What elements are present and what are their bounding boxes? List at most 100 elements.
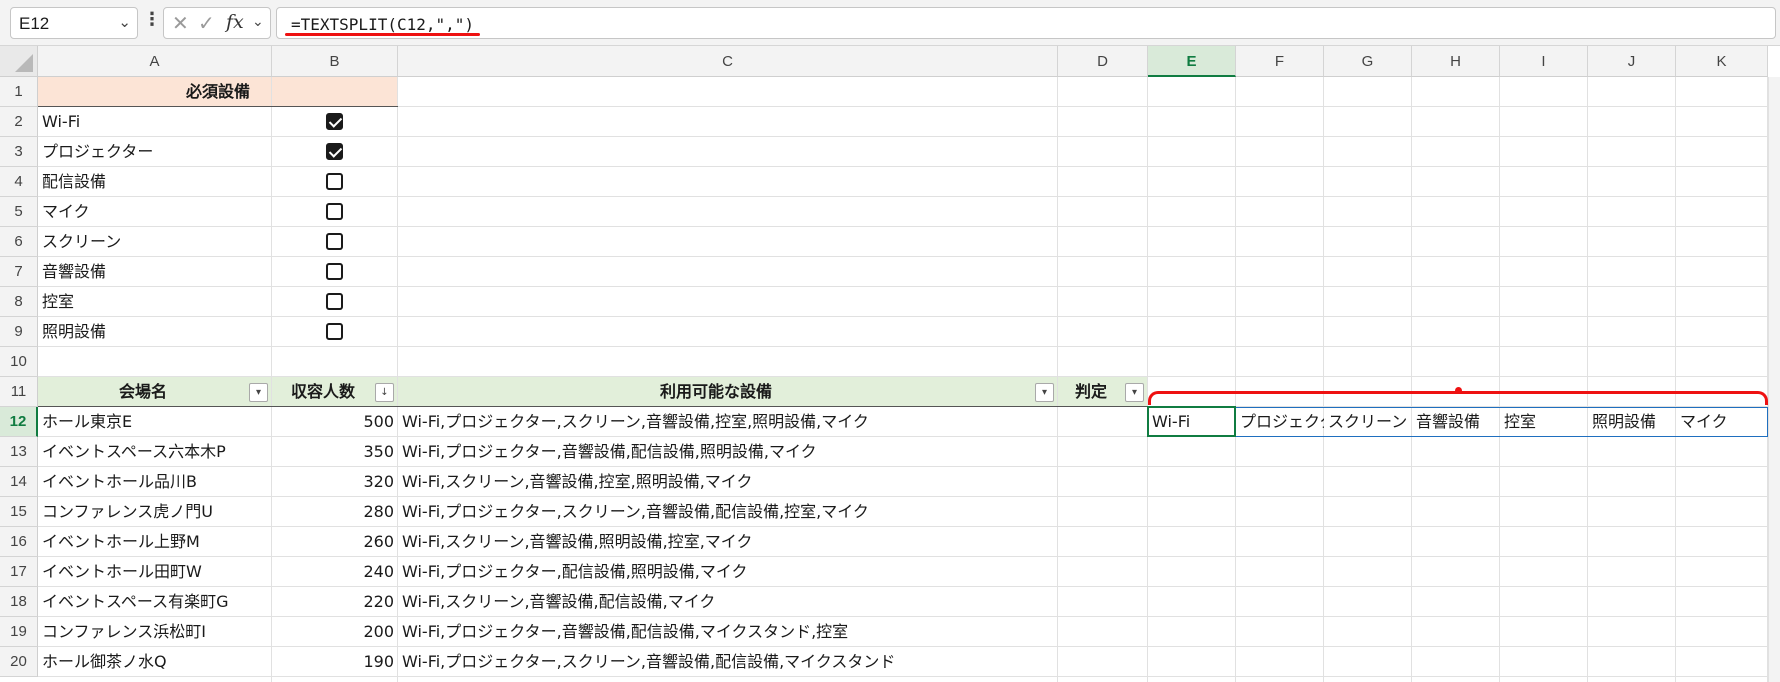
capacity-cell[interactable]: 280 [272, 497, 398, 527]
column-header-i[interactable]: I [1500, 46, 1588, 77]
equipment-cell[interactable]: Wi-Fi,プロジェクター,スクリーン,音響設備,控室,照明設備,マイク [398, 407, 873, 437]
equipment-cell[interactable]: Wi-Fi,プロジェクター,音響設備,配信設備,照明設備,マイク [398, 437, 821, 467]
checkbox-unchecked[interactable] [326, 263, 343, 280]
row-header-4[interactable]: 4 [0, 167, 38, 197]
checkbox-unchecked[interactable] [326, 323, 343, 340]
capacity-cell[interactable]: 500 [272, 407, 398, 437]
checkbox-checked[interactable] [326, 113, 343, 130]
checkbox-unchecked[interactable] [326, 203, 343, 220]
gridline-vertical [1587, 77, 1588, 682]
row-header-9[interactable]: 9 [0, 317, 38, 347]
row-header-2[interactable]: 2 [0, 107, 38, 137]
venue-name-cell[interactable]: イベントスペース有楽町G [38, 587, 232, 617]
name-box-value: E12 [19, 14, 50, 33]
venue-name-cell[interactable]: イベントホール田町W [38, 557, 206, 587]
checkbox-unchecked[interactable] [326, 293, 343, 310]
equipment-cell[interactable]: Wi-Fi,スクリーン,音響設備,配信設備,マイク [398, 587, 719, 617]
equipment-cell[interactable]: Wi-Fi,プロジェクター,配信設備,照明設備,マイク [398, 557, 752, 587]
gridline-horizontal [38, 226, 1768, 227]
equipment-cell[interactable]: Wi-Fi,プロジェクター,スクリーン,音響設備,配信設備,マイクスタンド [398, 647, 899, 677]
required-item-label: マイク [42, 202, 90, 221]
row-header-10[interactable]: 10 [0, 347, 38, 377]
column-header-b[interactable]: B [272, 46, 398, 77]
chevron-down-icon[interactable]: ⌄ [118, 13, 131, 31]
venue-name-cell[interactable]: コンファレンス浜松町I [38, 617, 210, 647]
gridline-horizontal [38, 136, 1768, 137]
filter-dropdown-icon[interactable]: ▾ [1125, 383, 1144, 402]
cancel-icon[interactable]: ✕ [172, 11, 189, 35]
sort-descending-icon[interactable]: ↓ [375, 383, 394, 402]
checkbox-unchecked[interactable] [326, 233, 343, 250]
venue-name-cell[interactable]: コンファレンス虎ノ門U [38, 497, 217, 527]
column-header-j[interactable]: J [1588, 46, 1676, 77]
row-header-19[interactable]: 19 [0, 617, 38, 647]
column-header-h[interactable]: H [1412, 46, 1500, 77]
capacity-cell[interactable]: 240 [272, 557, 398, 587]
row-header-8[interactable]: 8 [0, 287, 38, 317]
filter-dropdown-icon[interactable]: ▾ [1035, 383, 1054, 402]
formula-buttons: ✕ ✓ fx ⌄ [163, 7, 271, 39]
checkbox-checked[interactable] [326, 143, 343, 160]
row-header-1[interactable]: 1 [0, 77, 38, 107]
column-header-g[interactable]: G [1324, 46, 1412, 77]
formula-bar: E12 ⌄ ⋮ ✕ ✓ fx ⌄ =TEXTSPLIT(C12,",") [0, 0, 1780, 46]
formula-input[interactable]: =TEXTSPLIT(C12,",") [276, 7, 1776, 39]
column-header-k[interactable]: K [1676, 46, 1768, 77]
vertical-scrollbar[interactable] [1768, 77, 1780, 682]
row-header-13[interactable]: 13 [0, 437, 38, 467]
required-item-label: 照明設備 [42, 322, 107, 341]
row-header-3[interactable]: 3 [0, 137, 38, 167]
required-item-label: 音響設備 [42, 262, 107, 281]
name-box[interactable]: E12 ⌄ [10, 7, 138, 39]
row-header-11[interactable]: 11 [0, 377, 38, 407]
venue-name-cell[interactable]: ホール御茶ノ水Q [38, 647, 171, 677]
gridline-horizontal [38, 196, 1768, 197]
equipment-header: 利用可能な設備 [659, 382, 772, 401]
confirm-icon[interactable]: ✓ [198, 11, 215, 35]
row-header-5[interactable]: 5 [0, 197, 38, 227]
equipment-cell[interactable]: Wi-Fi,スクリーン,音響設備,照明設備,控室,マイク [398, 527, 756, 557]
capacity-cell[interactable]: 220 [272, 587, 398, 617]
row-header-16[interactable]: 16 [0, 527, 38, 557]
row-header-7[interactable]: 7 [0, 257, 38, 287]
capacity-cell[interactable]: 260 [272, 527, 398, 557]
checkbox-unchecked[interactable] [326, 173, 343, 190]
required-item-label: スクリーン [42, 232, 122, 251]
row-header-20[interactable]: 20 [0, 647, 38, 677]
gridline-vertical [1323, 77, 1324, 682]
venue-name-cell[interactable]: イベントホール品川B [38, 467, 201, 497]
row-header-6[interactable]: 6 [0, 227, 38, 257]
row-header-12[interactable]: 12 [0, 407, 38, 437]
capacity-cell[interactable]: 320 [272, 467, 398, 497]
capacity-cell[interactable]: 200 [272, 617, 398, 647]
capacity-header: 収容人数 [290, 382, 355, 401]
gridline-horizontal [38, 256, 1768, 257]
required-header: 必須設備 [185, 82, 250, 101]
more-vertical-icon[interactable]: ⋮ [143, 9, 161, 30]
column-header-e[interactable]: E [1148, 46, 1236, 77]
capacity-cell[interactable]: 350 [272, 437, 398, 467]
column-header-a[interactable]: A [38, 46, 272, 77]
row-header-14[interactable]: 14 [0, 467, 38, 497]
column-header-d[interactable]: D [1058, 46, 1148, 77]
row-header-15[interactable]: 15 [0, 497, 38, 527]
equipment-cell[interactable]: Wi-Fi,プロジェクター,音響設備,配信設備,マイクスタンド,控室 [398, 617, 852, 647]
venue-name-cell[interactable]: ホール東京E [38, 407, 136, 437]
filter-dropdown-icon[interactable]: ▾ [249, 383, 268, 402]
column-header-f[interactable]: F [1236, 46, 1324, 77]
row-header-17[interactable]: 17 [0, 557, 38, 587]
venue-name-cell[interactable]: イベントホール上野M [38, 527, 204, 557]
equipment-cell[interactable]: Wi-Fi,スクリーン,音響設備,控室,照明設備,マイク [398, 467, 756, 497]
gridline-horizontal [38, 286, 1768, 287]
row-header-18[interactable]: 18 [0, 587, 38, 617]
equipment-cell[interactable]: Wi-Fi,プロジェクター,スクリーン,音響設備,配信設備,控室,マイク [398, 497, 873, 527]
insert-function-icon[interactable]: fx [226, 11, 244, 33]
chevron-down-icon[interactable]: ⌄ [252, 14, 264, 30]
capacity-cell[interactable]: 190 [272, 647, 398, 677]
required-item-label: 配信設備 [42, 172, 107, 191]
formula-underline [285, 33, 480, 36]
active-cell-e12[interactable] [1147, 406, 1236, 437]
select-all-corner[interactable] [0, 46, 38, 77]
column-header-c[interactable]: C [398, 46, 1058, 77]
venue-name-cell[interactable]: イベントスペース六本木P [38, 437, 230, 467]
